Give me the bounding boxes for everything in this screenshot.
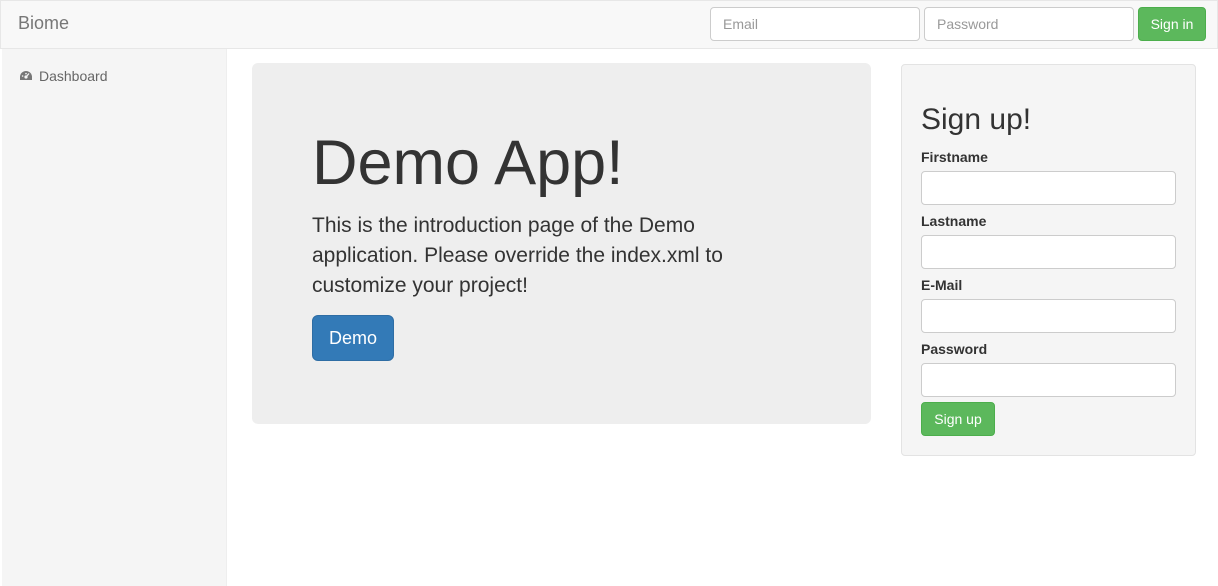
email-field[interactable] <box>921 299 1176 333</box>
sign-in-button[interactable]: Sign in <box>1138 7 1206 41</box>
sidebar: Dashboard <box>2 49 227 586</box>
signup-title: Sign up! <box>921 103 1032 136</box>
lastname-field[interactable] <box>921 235 1176 269</box>
signup-panel: Sign up! Firstname Lastname E-Mail Passw… <box>901 64 1196 456</box>
brand-link[interactable]: Biome <box>18 13 69 34</box>
password-input[interactable] <box>924 7 1134 41</box>
firstname-field[interactable] <box>921 171 1176 205</box>
firstname-label: Firstname <box>921 149 988 165</box>
jumbotron: Demo App! This is the introduction page … <box>252 63 871 424</box>
dashboard-icon <box>20 71 32 80</box>
jumbotron-text: This is the introduction page of the Dem… <box>312 214 723 297</box>
lastname-label: Lastname <box>921 213 987 229</box>
demo-button[interactable]: Demo <box>312 315 394 361</box>
top-navbar: Biome Sign in <box>0 0 1218 49</box>
password-field[interactable] <box>921 363 1176 397</box>
sidebar-item-label: Dashboard <box>39 68 108 84</box>
sign-up-button[interactable]: Sign up <box>921 402 995 436</box>
email-label: E-Mail <box>921 277 963 293</box>
email-input[interactable] <box>710 7 920 41</box>
sidebar-item-dashboard[interactable]: Dashboard <box>19 67 108 85</box>
jumbotron-title: Demo App! <box>312 128 624 198</box>
password-label: Password <box>921 341 988 357</box>
